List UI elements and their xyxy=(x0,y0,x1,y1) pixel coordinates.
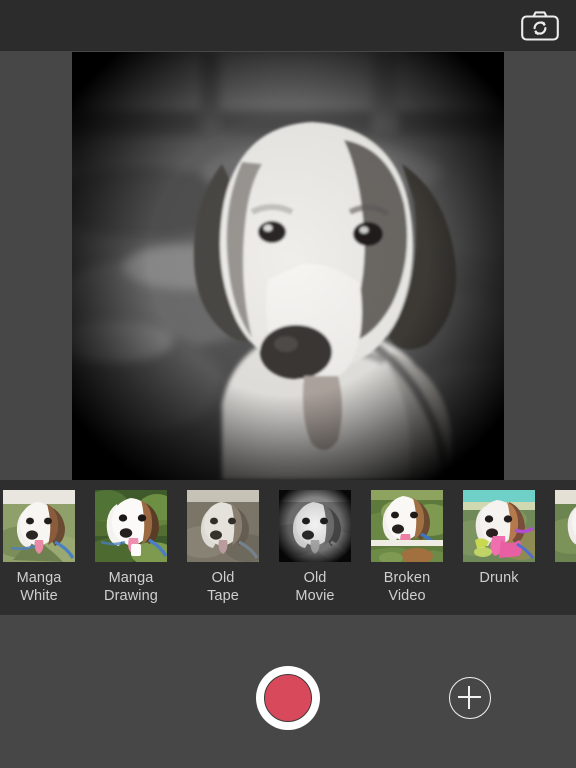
filter-thumbnail xyxy=(555,490,576,562)
filter-item-old-tape[interactable]: Old Tape xyxy=(187,480,259,605)
preview-stage xyxy=(0,51,576,480)
filter-item-old-movie[interactable]: Old Movie xyxy=(279,480,351,605)
camera-switch-button[interactable] xyxy=(518,7,562,45)
top-bar xyxy=(0,0,576,51)
camera-switch-icon xyxy=(520,10,560,42)
filter-item-next-partial[interactable] xyxy=(555,480,576,569)
filter-thumbnail xyxy=(95,490,167,562)
record-indicator xyxy=(264,674,312,722)
record-button[interactable] xyxy=(256,666,320,730)
filter-thumbnail xyxy=(187,490,259,562)
add-button[interactable] xyxy=(449,677,491,719)
filter-thumbnail xyxy=(279,490,351,562)
filter-thumbnail xyxy=(3,490,75,562)
filter-label: Drunk xyxy=(479,570,519,586)
filter-label: Broken Video xyxy=(383,570,431,604)
filter-label: Old Movie xyxy=(295,570,335,604)
filter-label: Manga Drawing xyxy=(104,570,158,604)
filter-thumbnail xyxy=(371,490,443,562)
preview-image xyxy=(72,52,504,480)
filter-label: Manga White xyxy=(16,570,62,604)
filter-label: Old Tape xyxy=(207,570,239,604)
camera-preview[interactable] xyxy=(72,52,504,480)
filter-item-manga-drawing[interactable]: Manga Drawing xyxy=(95,480,167,605)
filter-item-broken-video[interactable]: Broken Video xyxy=(371,480,443,605)
filter-item-drunk[interactable]: Drunk xyxy=(463,480,535,587)
filter-track: Manga White Manga Drawing Old Tape Old M… xyxy=(3,480,576,615)
filter-item-manga-white[interactable]: Manga White xyxy=(3,480,75,605)
filter-carousel[interactable]: Manga White Manga Drawing Old Tape Old M… xyxy=(0,480,576,615)
camera-filter-app: Manga White Manga Drawing Old Tape Old M… xyxy=(0,0,576,768)
filter-thumbnail xyxy=(463,490,535,562)
